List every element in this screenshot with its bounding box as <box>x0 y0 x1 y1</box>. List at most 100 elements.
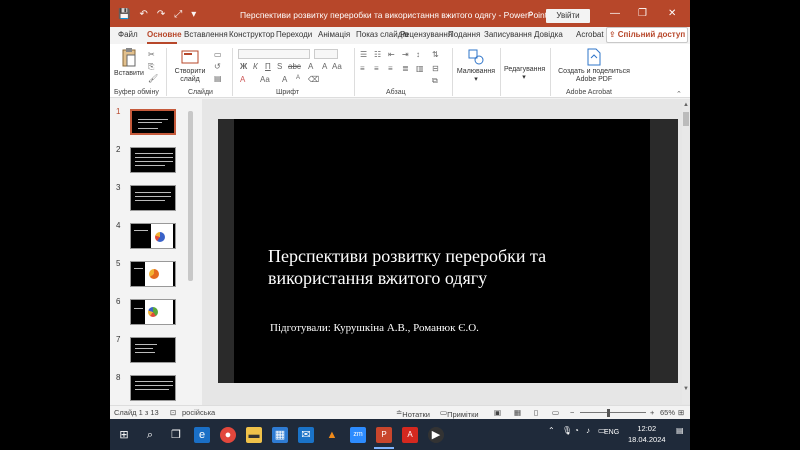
tab-transitions[interactable]: Переходи <box>276 30 312 39</box>
undo-icon[interactable]: ↶ <box>139 9 147 20</box>
slide-thumbnail-7[interactable] <box>130 337 176 363</box>
font-grow-icon[interactable]: A <box>322 62 327 71</box>
font-name-box[interactable] <box>238 49 310 59</box>
language-indicator[interactable]: російська <box>182 408 215 417</box>
font-color-icon[interactable]: A <box>240 75 245 84</box>
bullets-icon[interactable]: ☰ <box>360 50 367 59</box>
tab-file[interactable]: Файл <box>118 30 138 39</box>
powerpoint-icon[interactable]: P <box>376 427 392 443</box>
wifi-icon[interactable]: ◔ <box>574 426 579 435</box>
scrollbar-handle[interactable] <box>683 112 689 126</box>
tab-acrobat[interactable]: Acrobat <box>576 30 604 39</box>
zoom-out-icon[interactable]: − <box>570 408 574 417</box>
slide-title-text[interactable]: Перспективи розвитку переробки та викори… <box>268 245 608 289</box>
file-explorer-icon[interactable]: ▬ <box>246 427 262 443</box>
tab-home[interactable]: Основне <box>147 30 182 39</box>
edge-icon[interactable]: e <box>194 427 210 443</box>
align-right-icon[interactable]: ≡ <box>388 64 393 73</box>
tab-record[interactable]: Записування <box>484 30 532 39</box>
bold-icon[interactable]: Ж <box>240 62 247 71</box>
line-spacing-icon[interactable]: ↕ <box>416 50 420 59</box>
store-icon[interactable]: ▦ <box>272 427 288 443</box>
notes-button[interactable]: ≐ Нотатки <box>396 408 430 419</box>
drawing-button[interactable]: Малювання ▾ <box>456 48 496 84</box>
paste-button[interactable]: Вставити <box>114 48 144 78</box>
char-spacing-icon[interactable]: A <box>308 62 313 71</box>
microphone-icon[interactable]: 🎙 <box>562 426 572 435</box>
slide-thumbnail-2[interactable] <box>130 147 176 173</box>
maximize-icon[interactable]: ❐ <box>638 8 647 19</box>
increase-font-icon[interactable]: A <box>282 75 287 84</box>
share-button[interactable]: ⇪ Спільний доступ <box>606 27 688 43</box>
tab-help[interactable]: Довідка <box>534 30 563 39</box>
text-effect-icon[interactable]: Аа <box>260 75 270 84</box>
strikethrough-icon[interactable]: abc <box>288 62 301 71</box>
slide-subtitle-text[interactable]: Підготували: Курушкіна А.В., Романюк Є.О… <box>270 322 479 334</box>
adobe-create-share-button[interactable]: Создать и поделиться Adobe PDF <box>554 48 634 84</box>
system-clock[interactable]: 12:02 18.04.2024 <box>628 423 666 445</box>
cut-icon[interactable]: ✂ <box>148 50 155 59</box>
acrobat-icon[interactable]: A <box>402 427 418 443</box>
text-direction-icon[interactable]: ⇅ <box>432 50 439 59</box>
thumbnail-scrollbar[interactable] <box>188 111 193 281</box>
align-text-icon[interactable]: ⊟ <box>432 64 439 73</box>
vlc-icon[interactable]: ▲ <box>324 427 340 443</box>
zoom-slider[interactable] <box>580 412 646 413</box>
section-icon[interactable]: ▤ <box>214 74 222 83</box>
minimize-icon[interactable]: — <box>610 8 620 19</box>
decrease-font-icon[interactable]: A <box>296 75 300 81</box>
search-icon[interactable]: ⌕ <box>142 427 158 443</box>
slide-sorter-icon[interactable]: ▦ <box>514 408 521 417</box>
slide-vertical-scrollbar[interactable]: ▲ ▼ <box>682 102 690 404</box>
tab-review[interactable]: Рецензування <box>400 30 452 39</box>
tab-design[interactable]: Конструктор <box>229 30 275 39</box>
notifications-icon[interactable]: ▤ <box>676 426 684 435</box>
redo-icon[interactable]: ↷ <box>157 9 165 20</box>
reading-view-icon[interactable]: ▯ <box>534 408 538 417</box>
copy-icon[interactable]: ⎘ <box>148 62 154 72</box>
zoom-app-icon[interactable]: zm <box>350 427 366 443</box>
signin-button[interactable]: Увійти <box>546 9 590 23</box>
volume-icon[interactable]: ♪ <box>586 426 590 435</box>
slide-thumbnail-3[interactable] <box>130 185 176 211</box>
clear-format-icon[interactable]: ⌫ <box>308 75 319 84</box>
underline-icon[interactable]: П <box>265 62 271 71</box>
spellcheck-icon[interactable]: ⊡ <box>170 408 176 417</box>
save-icon[interactable]: 💾 <box>118 9 130 20</box>
indent-icon[interactable]: ⇤ <box>388 50 395 59</box>
reset-icon[interactable]: ↺ <box>214 62 221 71</box>
tab-view[interactable]: Подання <box>448 30 480 39</box>
new-slide-button[interactable]: Створити слайд <box>172 48 208 84</box>
slideshow-view-icon[interactable]: ▭ <box>552 408 559 417</box>
fit-slide-icon[interactable]: ⊞ <box>678 408 684 417</box>
numbering-icon[interactable]: ☷ <box>374 50 381 59</box>
customize-qat-icon[interactable]: ▾ <box>191 9 196 20</box>
slide-thumbnail-1[interactable] <box>130 109 176 135</box>
editing-button[interactable]: Редагування ▾ <box>504 66 545 82</box>
outdent-icon[interactable]: ⇥ <box>402 50 409 59</box>
zoom-level[interactable]: 65% <box>660 408 675 417</box>
align-left-icon[interactable]: ≡ <box>360 64 365 73</box>
current-slide-canvas[interactable]: Перспективи розвитку переробки та викори… <box>218 119 678 383</box>
language-tray[interactable]: ENG <box>604 429 619 436</box>
tab-animations[interactable]: Анімація <box>318 30 350 39</box>
align-center-icon[interactable]: ≡ <box>374 64 379 73</box>
tray-overflow-icon[interactable]: ⌃ <box>548 426 555 435</box>
present-icon[interactable]: ⤢ <box>174 9 182 20</box>
search-icon[interactable]: ⌕ <box>528 8 534 19</box>
slide-thumbnail-8[interactable] <box>130 375 176 401</box>
comments-button[interactable]: ▭ Примітки <box>440 408 479 419</box>
slide-thumbnail-4[interactable] <box>130 223 176 249</box>
collapse-ribbon-icon[interactable]: ⌃ <box>676 90 682 98</box>
format-painter-icon[interactable]: 🖌 <box>148 74 158 83</box>
slide-thumbnail-5[interactable] <box>130 261 176 287</box>
shadow-icon[interactable]: S <box>277 62 282 71</box>
italic-icon[interactable]: К <box>253 62 258 71</box>
layout-icon[interactable]: ▭ <box>214 50 222 59</box>
scroll-down-icon[interactable]: ▼ <box>682 386 690 392</box>
slide-thumbnail-6[interactable] <box>130 299 176 325</box>
mail-icon[interactable]: ✉ <box>298 427 314 443</box>
close-icon[interactable]: ✕ <box>668 8 676 19</box>
justify-icon[interactable]: ≣ <box>402 64 409 73</box>
change-case-icon[interactable]: Aa <box>332 62 342 71</box>
